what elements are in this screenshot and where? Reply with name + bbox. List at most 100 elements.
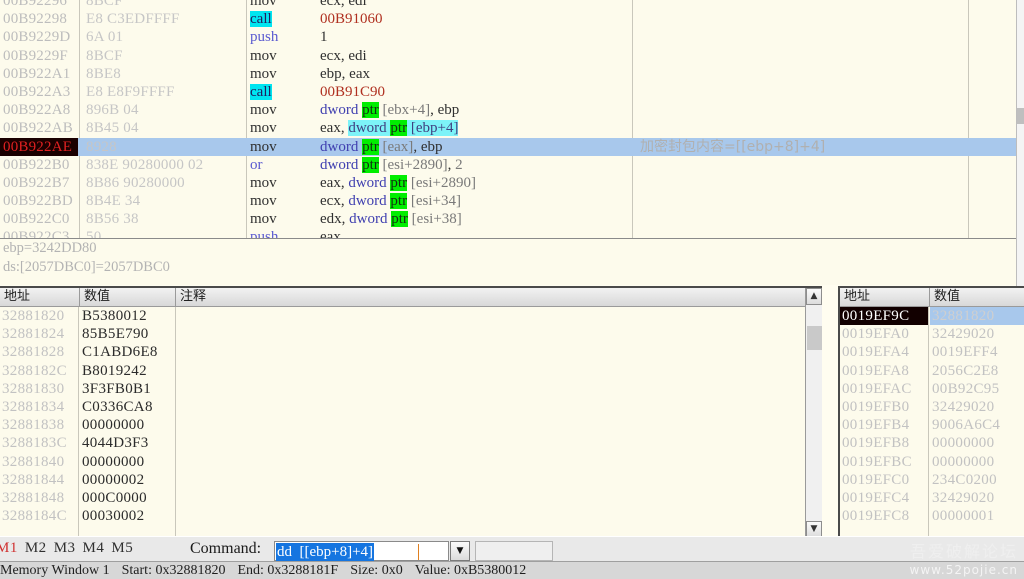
disassembly-row-address: 00B922A8 [3, 102, 71, 119]
disassembly-row-operands: ecx, edi [320, 47, 367, 64]
disassembly-row-operands: 00B91C90 [320, 83, 386, 100]
command-input-value[interactable]: dd [[ebp+8]+4] [276, 543, 375, 561]
memory-row[interactable]: 3288184C 00030002 [0, 507, 822, 525]
memory-row[interactable]: 32881820 B5380012 [0, 307, 822, 325]
stack-row[interactable]: 0019EFC0 234C0200 [840, 471, 1024, 489]
memory-row[interactable]: 32881848 000C0000 [0, 489, 822, 507]
disassembly-row[interactable]: 00B92296 8BCF mov ecx, edi [0, 0, 1016, 10]
stack-row-value: 9006A6C4 [932, 417, 1001, 434]
memory-header-address[interactable]: 地址 [0, 288, 80, 307]
disassembly-row[interactable]: 00B9229F 8BCF mov ecx, edi [0, 47, 1016, 65]
stack-row-value: 00000001 [932, 508, 995, 525]
memory-row-value: 00000002 [82, 471, 145, 488]
disassembly-row-address: 00B92296 [3, 0, 68, 9]
disassembly-row-comment[interactable]: 加密封包内容=[[ebp+8]+4] [640, 138, 825, 156]
memory-window-button-m1[interactable]: M1 [0, 540, 18, 556]
memory-row-value: 00000000 [82, 453, 145, 470]
stack-row[interactable]: 0019EFC8 00000001 [840, 507, 1024, 525]
stack-row[interactable]: 0019EFA0 32429020 [840, 325, 1024, 343]
disassembly-row[interactable]: 00B922BD 8B4E 34 mov ecx, dword ptr [esi+34… [0, 192, 1016, 210]
disassembly-row-bytes: 8B86 90280000 [86, 174, 185, 191]
memory-row[interactable]: 32881844 00000002 [0, 471, 822, 489]
disassembly-row-operands: eax [320, 229, 341, 238]
memory-row-address: 32881848 [2, 489, 65, 506]
stack-row[interactable]: 0019EFC4 32429020 [840, 489, 1024, 507]
status-start: Start: 0x32881820 [121, 563, 226, 578]
disassembly-row-bytes: 8BE8 [86, 65, 121, 82]
disassembly-row-operands: ecx, edi [320, 0, 367, 9]
chevron-up-icon[interactable]: ▲ [806, 288, 822, 305]
command-dropdown-button[interactable]: ▼ [450, 541, 470, 561]
stack-row[interactable]: 0019EFAC 00B92C95 [840, 380, 1024, 398]
disassembly-row-bytes: 8B45 04 [86, 120, 139, 137]
memory-row-value: C1ABD6E8 [82, 344, 158, 361]
memory-window-button-m2[interactable]: M2 [25, 540, 47, 556]
memory-row[interactable]: 3288182C B8019242 [0, 362, 822, 380]
disassembly-row-address: 00B922AB [3, 120, 73, 137]
memory-window-button-m3[interactable]: M3 [54, 540, 76, 556]
memory-row[interactable]: 32881828 C1ABD6E8 [0, 343, 822, 361]
stack-header-value[interactable]: 数值 [930, 288, 1024, 307]
stack-rows: 0019EF9C 32881820 0019EFA0 32429020 0019EFA4… [840, 307, 1024, 525]
stack-row[interactable]: 0019EF9C 32881820 [840, 307, 1024, 326]
disassembly-row[interactable]: 00B922B0 838E 90280000 02 or dword ptr [esi… [0, 156, 1016, 174]
stack-row-address: 0019EFB8 [842, 435, 910, 452]
memory-header-value[interactable]: 数值 [80, 288, 176, 307]
disassembly-row-operands: edx, dword ptr [esi+38] [320, 211, 462, 228]
disassembly-row-operands: dword ptr [esi+2890], 2 [320, 156, 463, 173]
stack-row[interactable]: 0019EFB4 9006A6C4 [840, 416, 1024, 434]
disassembly-row-mnemonic: call [250, 83, 272, 100]
stack-row[interactable]: 0019EFA8 2056C2E8 [840, 362, 1024, 380]
disassembly-row-mnemonic: mov [250, 211, 277, 228]
disassembly-scrollbar-thumb[interactable] [1017, 108, 1024, 124]
stack-row[interactable]: 0019EFBC 00000000 [840, 453, 1024, 471]
disassembly-row-operands: dword ptr [eax], ebp [320, 138, 443, 155]
disassembly-row-operands: ebp, eax [320, 65, 370, 82]
stack-row[interactable]: 0019EFB0 32429020 [840, 398, 1024, 416]
memory-row-address: 32881820 [2, 308, 65, 324]
stack-header-address[interactable]: 地址 [840, 288, 930, 307]
command-input[interactable]: dd [[ebp+8]+4] [274, 541, 449, 561]
disassembly-row[interactable]: 00B922AE 8928 mov dword ptr [eax], ebp 加密封包内… [0, 137, 1016, 156]
disassembly-row-bytes: 8928 [86, 138, 117, 155]
disassembly-row[interactable]: 00B922AB 8B45 04 mov eax, dword ptr [ebp+4] [0, 119, 1016, 137]
memory-window-button-m5[interactable]: M5 [111, 540, 133, 556]
memory-row[interactable]: 32881830 3F3FB0B1 [0, 380, 822, 398]
memory-row[interactable]: 32881840 00000000 [0, 453, 822, 471]
stack-window-panel[interactable]: 地址 数值 0019EF9C 32881820 0019EFA0 32429020 00… [838, 286, 1024, 536]
register-info-strip: ebp=3242DD80 ds:[2057DBC0]=2057DBC0 [0, 238, 1016, 285]
disassembly-row[interactable]: 00B922C3 50 push eax [0, 228, 1016, 238]
disassembly-row-bytes: E8 C3EDFFFF [86, 11, 180, 28]
disassembly-row[interactable]: 00B9229D 6A 01 push 1 [0, 28, 1016, 46]
disassembly-row-address: 00B922C3 [3, 229, 70, 238]
stack-row-address: 0019EFAC [842, 380, 912, 397]
memory-row[interactable]: 32881834 C0336CA8 [0, 398, 822, 416]
disassembly-row[interactable]: 00B922C0 8B56 38 mov edx, dword ptr [esi+38… [0, 210, 1016, 228]
memory-row[interactable]: 32881824 85B5E790 [0, 325, 822, 343]
memory-scrollbar-thumb[interactable] [807, 326, 822, 350]
memory-header-comment[interactable]: 注释 [176, 288, 822, 307]
disassembly-scrollbar[interactable] [1016, 0, 1024, 286]
memory-scrollbar[interactable]: ▲ ▼ [805, 288, 822, 538]
disassembly-row-mnemonic: mov [250, 0, 277, 9]
disassembly-row-mnemonic: mov [250, 193, 277, 210]
memory-rows: 32881820 B5380012 32881824 85B5E790 32881828… [0, 307, 822, 538]
memory-row[interactable]: 32881838 00000000 [0, 416, 822, 434]
memory-window-button-m4[interactable]: M4 [83, 540, 105, 556]
memory-row[interactable]: 3288183C 4044D3F3 [0, 434, 822, 452]
stack-row[interactable]: 0019EFB8 00000000 [840, 434, 1024, 452]
stack-row[interactable]: 0019EFA4 0019EFF4 [840, 343, 1024, 361]
disassembly-row[interactable]: 00B922A8 896B 04 mov dword ptr [ebx+4], ebp [0, 101, 1016, 119]
stack-row-value: 32429020 [932, 326, 995, 343]
stack-row-value: 00B92C95 [932, 380, 1000, 397]
memory-window-panel[interactable]: 地址 数值 注释 32881820 B5380012 32881824 85B5E79… [0, 286, 822, 538]
disassembly-row-operands: dword ptr [ebx+4], ebp [320, 102, 460, 119]
memory-header-row: 地址 数值 注释 [0, 288, 822, 307]
disassembly-row[interactable]: 00B922B7 8B86 90280000 mov eax, dword ptr [… [0, 174, 1016, 192]
disassembly-panel[interactable]: 00B92296 8BCF mov ecx, edi 00B92298 E8 C3EDFF… [0, 0, 1016, 238]
command-extra-field[interactable] [475, 541, 553, 561]
disassembly-row[interactable]: 00B92298 E8 C3EDFFFF call 00B91060 [0, 10, 1016, 28]
memory-row-address: 3288184C [2, 508, 67, 525]
disassembly-row[interactable]: 00B922A1 8BE8 mov ebp, eax [0, 65, 1016, 83]
disassembly-row[interactable]: 00B922A3 E8 E8F9FFFF call 00B91C90 [0, 83, 1016, 101]
